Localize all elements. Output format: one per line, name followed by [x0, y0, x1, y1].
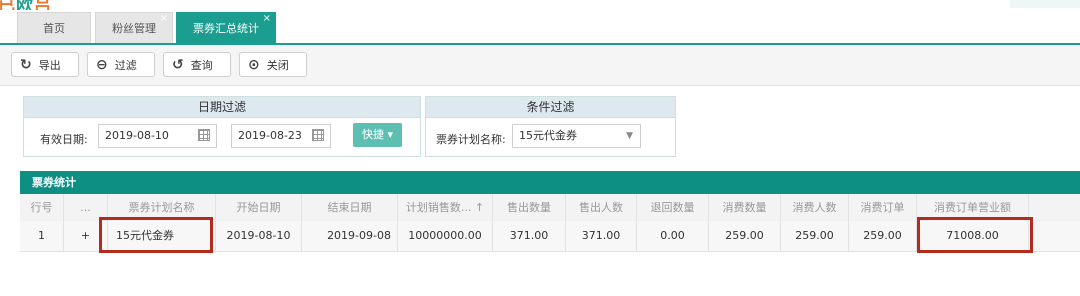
export-label: 导出 [38, 58, 61, 72]
buyers-cell: 371.00 [566, 221, 637, 251]
condition-filter-title: 条件过滤 [426, 97, 675, 118]
filter-icon: ⊖ [96, 56, 108, 73]
sold-qty-cell: 371.00 [493, 221, 566, 251]
export-button[interactable]: ↻ 导出 [11, 52, 79, 77]
grid-header-row: 行号 ... 票券计划名称 开始日期 结束日期 计划销售数... ↑ 售出数量 … [20, 194, 1080, 222]
plan-name-cell: 15元代金券 [108, 221, 216, 251]
plan-name-value: 15元代金券 [519, 129, 577, 142]
column-header[interactable]: 退回数量 [637, 194, 709, 221]
toolbar: ↻ 导出 ⊖ 过滤 ↺ 查询 ⊙ 关闭 [0, 45, 1080, 86]
column-header[interactable]: 开始日期 [216, 194, 302, 221]
condition-filter-panel: 条件过滤 票券计划名称: 15元代金券 ▼ [425, 96, 676, 157]
column-header[interactable]: 消费订单 [849, 194, 917, 221]
planned-sales-cell: 10000000.00 [398, 221, 493, 251]
start-date-cell: 2019-08-10 [216, 221, 302, 251]
column-header[interactable]: 消费订单营业额 [917, 194, 1029, 221]
plan-name-label: 票券计划名称: [436, 133, 506, 146]
query-button[interactable]: ↺ 查询 [163, 52, 231, 77]
start-date-value: 2019-08-10 [105, 129, 169, 142]
grid-title: 票券统计 [20, 171, 1080, 194]
end-date-cell: 2019-09-08 [302, 221, 398, 251]
end-date-value: 2019-08-23 [238, 129, 302, 142]
calendar-icon[interactable] [198, 129, 210, 141]
plan-name-select[interactable]: 15元代金券 ▼ [512, 124, 641, 148]
filter-button[interactable]: ⊖ 过滤 [87, 52, 155, 77]
consumers-cell: 259.00 [781, 221, 849, 251]
header-corner [1010, 0, 1080, 8]
query-label: 查询 [190, 58, 213, 72]
tab-ticket-summary[interactable]: 票券汇总统计 × [176, 12, 276, 43]
column-header[interactable]: 行号 [20, 194, 64, 221]
quick-button[interactable]: 快捷 ▾ [353, 123, 403, 147]
refresh-icon: ↺ [172, 56, 184, 73]
close-icon[interactable]: × [263, 3, 271, 34]
tab-fans[interactable]: 粉丝管理 × [95, 12, 173, 43]
order-revenue-cell: 71008.00 [917, 221, 1029, 251]
end-date-field[interactable]: 2019-08-23 [231, 124, 331, 148]
row-number: 1 [20, 221, 64, 251]
close-button[interactable]: ⊙ 关闭 [239, 52, 307, 77]
tab-bar: 首页 粉丝管理 × 票券汇总统计 × [0, 12, 1080, 45]
date-filter-panel: 日期过滤 有效日期: 2019-08-10 至: 2019-08-23 快捷 ▾ [23, 96, 421, 157]
app-logo: 已欧吕 [0, 0, 52, 10]
column-header[interactable]: 票券计划名称 [108, 194, 216, 221]
tab-fans-label: 粉丝管理 [112, 22, 156, 35]
filter-label: 过滤 [114, 58, 137, 72]
column-header[interactable]: ... [64, 194, 108, 221]
date-filter-title: 日期过滤 [24, 97, 420, 118]
tab-ticket-summary-label: 票券汇总统计 [193, 22, 259, 35]
column-header[interactable]: 售出数量 [493, 194, 566, 221]
column-header[interactable]: 消费人数 [781, 194, 849, 221]
table-row[interactable]: 1 + 15元代金券 2019-08-10 2019-09-08 1000000… [20, 221, 1080, 252]
column-header[interactable]: 结束日期 [302, 194, 398, 221]
returned-qty-cell: 0.00 [637, 221, 709, 251]
start-date-field[interactable]: 2019-08-10 [98, 124, 217, 148]
calendar-icon[interactable] [312, 129, 324, 141]
consumed-orders-cell: 259.00 [849, 221, 917, 251]
tab-home-label: 首页 [43, 22, 65, 35]
close-icon[interactable]: × [160, 3, 168, 34]
close-label: 关闭 [266, 58, 289, 72]
export-icon: ↻ [20, 56, 32, 73]
stop-icon: ⊙ [248, 56, 260, 73]
column-header[interactable]: 消费数量 [709, 194, 781, 221]
column-header-sorted[interactable]: 计划销售数... ↑ [398, 194, 493, 221]
expand-icon[interactable]: + [64, 221, 108, 251]
column-header[interactable]: 售出人数 [566, 194, 637, 221]
chevron-down-icon: ▼ [626, 131, 633, 141]
tab-home[interactable]: 首页 [17, 12, 91, 43]
valid-date-label: 有效日期: [40, 133, 88, 146]
consumed-qty-cell: 259.00 [709, 221, 781, 251]
